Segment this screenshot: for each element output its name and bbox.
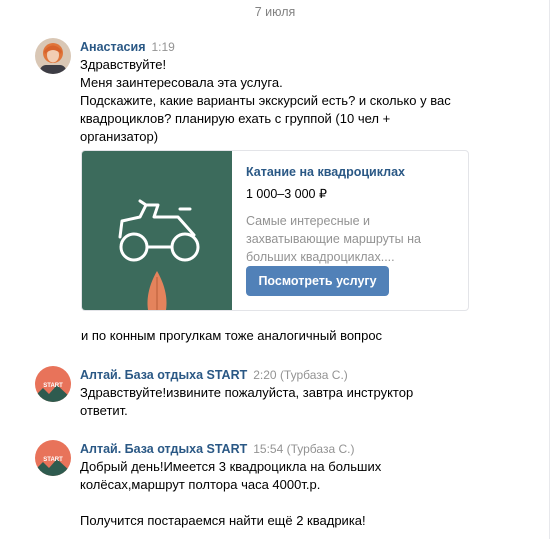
message-time[interactable]: 2:20 (Турбаза С.) — [253, 368, 348, 382]
message-line: колёсах,маршрут полтора часа 4000т.р. — [80, 477, 321, 492]
service-price: 1 000–3 000 ₽ — [246, 187, 327, 201]
description-line: захватывающие маршруты на — [246, 232, 421, 246]
message-line: Получится постараемся найти ещё 2 квадри… — [80, 513, 366, 528]
followup-message-text: и по конным прогулкам тоже аналогичный в… — [81, 328, 383, 343]
view-service-button[interactable]: Посмотреть услугу — [246, 266, 389, 296]
message-line: Здравствуйте! — [80, 57, 167, 72]
author-name[interactable]: Алтай. База отдыха START — [80, 368, 247, 382]
avatar[interactable]: START — [35, 440, 71, 476]
message-line: Здравствуйте!извините пожалуйста, завтра… — [80, 385, 414, 400]
service-title[interactable]: Катание на квадроциклах — [246, 164, 456, 180]
avatar[interactable]: START — [35, 366, 71, 402]
message-line: ответит. — [80, 403, 128, 418]
message-line: Добрый день!Имеется 3 квадроцикла на бол… — [80, 459, 382, 474]
message-line — [80, 494, 540, 512]
message-time[interactable]: 15:54 (Турбаза С.) — [253, 442, 354, 456]
description-line: больших квадроциклах.... — [246, 250, 395, 264]
author-name[interactable]: Алтай. База отдыха START — [80, 442, 247, 456]
message-text: Здравствуйте! Меня заинтересовала эта ус… — [80, 56, 540, 146]
service-description: Самые интересные и захватывающие маршрут… — [246, 212, 456, 266]
avatar-label: START — [43, 383, 63, 389]
date-divider: 7 июля — [254, 5, 296, 19]
message-line: организатор) — [80, 129, 159, 144]
service-card[interactable]: Катание на квадроциклах 1 000–3 000 ₽ Са… — [81, 150, 469, 311]
avatar[interactable] — [35, 38, 71, 74]
service-image[interactable] — [82, 151, 232, 310]
message-line: Меня заинтересовала эта услуга. — [80, 75, 283, 90]
message-time[interactable]: 1:19 — [152, 40, 175, 54]
message-line: квадроциклов? планирую ехать с группой (… — [80, 111, 391, 126]
atv-icon — [118, 199, 200, 310]
message-text: Здравствуйте!извините пожалуйста, завтра… — [80, 384, 540, 420]
description-line: Самые интересные и — [246, 214, 370, 228]
message-text: Добрый день!Имеется 3 квадроцикла на бол… — [80, 458, 540, 530]
message-line: Подскажите, какие варианты экскурсий ест… — [80, 93, 451, 108]
author-name[interactable]: Анастасия — [80, 40, 146, 54]
avatar-label: START — [43, 457, 63, 463]
